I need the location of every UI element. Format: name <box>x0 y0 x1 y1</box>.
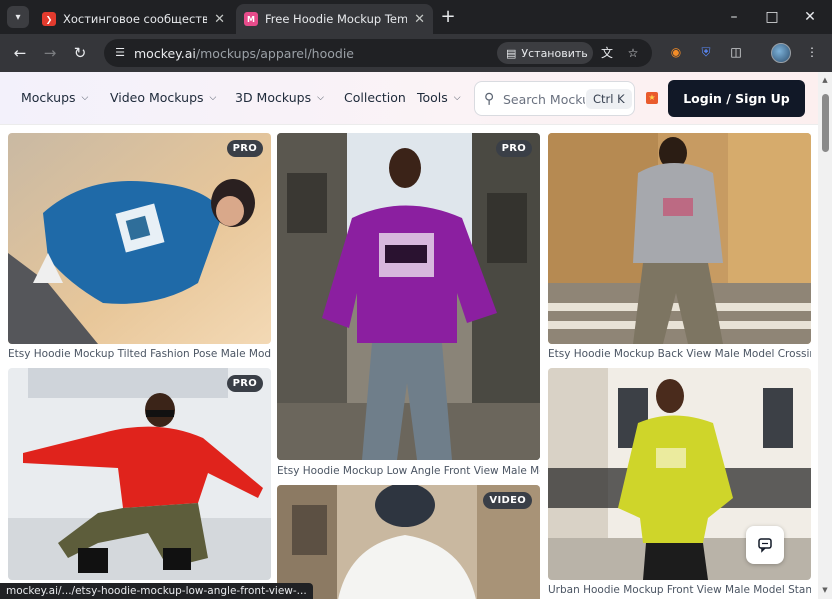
site-header: Mockups ⌵ Video Mockups ⌵ 3D Mockups ⌵ C… <box>0 72 818 125</box>
menu-dots-icon[interactable]: ⋮ <box>803 43 821 61</box>
maximize-button[interactable]: □ <box>758 6 786 28</box>
translate-icon[interactable]: 文 <box>598 44 616 62</box>
bookmark-star-icon[interactable]: ☆ <box>624 44 642 62</box>
nav-3d-mockups[interactable]: 3D Mockups ⌵ <box>235 90 324 105</box>
mockup-card[interactable]: PRO Etsy Hoodie Mockup Tilted Fashion Po… <box>8 133 271 365</box>
chat-bubble-icon <box>758 538 772 553</box>
browser-tab-strip: ▾ ❯ Хостинговое сообщество «Tim ✕ M Free… <box>0 0 832 34</box>
pro-badge: PRO <box>226 140 263 157</box>
mockup-card[interactable]: PRO <box>8 368 271 583</box>
search-icon: ⚲ <box>484 91 495 107</box>
mockup-thumbnail[interactable]: VIDEO <box>277 485 540 599</box>
login-signup-button[interactable]: Login / Sign Up <box>668 80 805 117</box>
scroll-down-icon[interactable]: ▼ <box>821 586 829 594</box>
mockup-caption[interactable]: Etsy Hoodie Mockup Low Angle Front View … <box>277 465 540 477</box>
chat-button[interactable] <box>746 526 784 564</box>
tab-title: Хостинговое сообщество «Tim <box>63 12 208 26</box>
profile-avatar[interactable] <box>771 43 791 63</box>
status-link-preview: mockey.ai/.../etsy-hoodie-mockup-low-ang… <box>0 583 313 599</box>
grey-hoodie-image <box>548 133 811 344</box>
tab-title: Free Hoodie Mockup Templates <box>265 12 408 26</box>
minimize-button[interactable]: – <box>720 6 748 28</box>
chevron-down-icon: ⌵ <box>453 92 461 103</box>
close-icon[interactable]: ✕ <box>214 12 225 27</box>
search-input[interactable]: ⚲ Search Mockups Ctrl K <box>474 81 635 116</box>
url-text[interactable]: mockey.ai/mockups/apparel/hoodie <box>134 46 354 61</box>
scroll-up-icon[interactable]: ▲ <box>821 76 829 84</box>
scroll-thumb[interactable] <box>822 94 829 152</box>
mockup-thumbnail[interactable]: PRO <box>8 368 271 580</box>
address-bar[interactable]: ☰ mockey.ai/mockups/apparel/hoodie ▤ Уст… <box>104 39 652 67</box>
nav-collection[interactable]: Collection <box>344 90 406 105</box>
browser-toolbar: ← → ↻ ☰ mockey.ai/mockups/apparel/hoodie… <box>0 34 832 72</box>
mockup-card[interactable]: PRO Etsy Hoodie Mockup Low Angle Front V… <box>277 133 540 483</box>
tab-hosting-community[interactable]: ❯ Хостинговое сообщество «Tim ✕ <box>34 4 233 34</box>
site-info-icon[interactable]: ☰ <box>112 45 128 61</box>
mockup-caption[interactable]: Etsy Hoodie Mockup Tilted Fashion Pose M… <box>8 348 271 360</box>
flag-icon[interactable]: ★ <box>646 92 658 104</box>
nav-label: Collection <box>344 90 406 105</box>
pro-badge: PRO <box>226 375 263 392</box>
install-app-button[interactable]: ▤ Установить <box>497 42 593 64</box>
video-badge: VIDEO <box>483 492 532 509</box>
nav-label: Video Mockups <box>110 90 204 105</box>
mockey-icon: M <box>244 12 258 26</box>
purple-hoodie-image <box>277 133 540 460</box>
page-viewport: Mockups ⌵ Video Mockups ⌵ 3D Mockups ⌵ C… <box>0 72 818 599</box>
nav-video-mockups[interactable]: Video Mockups ⌵ <box>110 90 216 105</box>
new-tab-button[interactable]: + <box>438 7 458 27</box>
nav-label: Mockups <box>21 90 76 105</box>
install-label: Установить <box>521 46 588 60</box>
tab-hoodie-mockups[interactable]: M Free Hoodie Mockup Templates ✕ <box>236 4 433 34</box>
mockup-thumbnail[interactable] <box>548 133 811 344</box>
shield-extension-icon[interactable]: ⛨ <box>697 43 715 61</box>
mockup-card[interactable]: VIDEO <box>277 485 540 599</box>
pro-badge: PRO <box>495 140 532 157</box>
play-red-icon: ❯ <box>42 12 56 26</box>
nav-tools[interactable]: Tools ⌵ <box>417 90 461 105</box>
fox-extension-icon[interactable]: ◉ <box>667 43 685 61</box>
mockup-thumbnail[interactable]: PRO <box>8 133 271 344</box>
close-icon[interactable]: ✕ <box>414 12 425 27</box>
tab-search-button[interactable]: ▾ <box>7 6 29 28</box>
reload-button[interactable]: ↻ <box>69 42 91 64</box>
mockup-card[interactable]: Etsy Hoodie Mockup Back View Male Model … <box>548 133 811 365</box>
chevron-down-icon: ⌵ <box>81 92 89 103</box>
mockup-thumbnail[interactable]: PRO <box>277 133 540 460</box>
mockup-caption[interactable]: Urban Hoodie Mockup Front View Male Mode… <box>548 584 811 596</box>
red-hoodie-image <box>8 368 271 580</box>
blue-hoodie-image <box>8 133 271 344</box>
keyboard-shortcut-badge: Ctrl K <box>586 89 632 109</box>
page-scrollbar[interactable]: ▲ ▼ <box>818 72 832 599</box>
nav-label: 3D Mockups <box>235 90 312 105</box>
forward-button[interactable]: → <box>39 42 61 64</box>
nav-mockups[interactable]: Mockups ⌵ <box>21 90 88 105</box>
nav-label: Tools <box>417 90 448 105</box>
puzzle-extensions-icon[interactable]: ◫ <box>727 43 745 61</box>
chevron-down-icon: ⌵ <box>317 92 324 103</box>
search-placeholder: Search Mockups <box>503 92 585 107</box>
back-button[interactable]: ← <box>9 42 31 64</box>
close-window-button[interactable]: ✕ <box>796 6 824 28</box>
install-icon: ▤ <box>506 46 517 60</box>
chevron-down-icon: ⌵ <box>209 92 217 103</box>
mockup-caption[interactable]: Etsy Hoodie Mockup Back View Male Model … <box>548 348 811 360</box>
